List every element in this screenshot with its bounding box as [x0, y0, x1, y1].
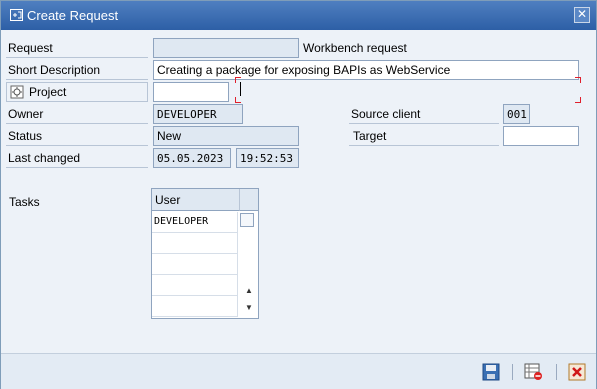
required-field-marker — [235, 77, 581, 103]
table-delete-icon[interactable] — [523, 362, 543, 382]
target-label: Target — [353, 129, 387, 143]
source-client-label: Source client — [351, 107, 421, 121]
label-underline — [349, 123, 499, 124]
source-client-field[interactable]: 001 — [503, 104, 530, 124]
short-description-label: Short Description — [8, 63, 101, 77]
table-row[interactable] — [152, 254, 238, 275]
status-field[interactable]: New — [153, 126, 299, 146]
text-cursor — [240, 82, 241, 96]
label-underline — [6, 123, 148, 124]
project-button[interactable]: Project — [6, 82, 148, 102]
table-row[interactable] — [152, 275, 238, 296]
table-row[interactable]: DEVELOPER — [152, 212, 238, 233]
table-row[interactable] — [152, 233, 238, 254]
target-field[interactable] — [503, 126, 579, 146]
last-changed-label: Last changed — [8, 151, 81, 165]
last-changed-date-field[interactable]: 05.05.2023 — [153, 148, 231, 168]
cancel-icon[interactable] — [567, 362, 587, 382]
label-underline — [6, 167, 148, 168]
owner-label: Owner — [8, 107, 44, 121]
row-selector[interactable] — [240, 213, 254, 227]
label-underline — [349, 145, 499, 146]
column-config-button[interactable] — [240, 189, 258, 211]
create-request-dialog: Create Request ✕ Request Workbench reque… — [0, 0, 597, 389]
user-column-header[interactable]: User — [152, 189, 240, 211]
scroll-down-arrow-icon[interactable]: ▼ — [242, 303, 256, 315]
save-icon[interactable] — [481, 362, 501, 382]
dialog-footer — [1, 353, 596, 389]
last-changed-time-field[interactable]: 19:52:53 — [236, 148, 299, 168]
table-row[interactable] — [152, 296, 238, 317]
request-label: Request — [8, 41, 53, 55]
project-field[interactable] — [153, 82, 229, 102]
title-bar: Create Request ✕ — [1, 1, 596, 30]
separator — [556, 364, 557, 380]
owner-field[interactable]: DEVELOPER — [153, 104, 243, 124]
close-button[interactable]: ✕ — [574, 7, 590, 23]
tasks-label: Tasks — [9, 195, 40, 209]
tasks-table[interactable]: User DEVELOPER ▲ ▼ — [151, 188, 259, 319]
dialog-title: Create Request — [27, 8, 119, 23]
project-label: Project — [29, 85, 67, 99]
label-underline — [6, 57, 148, 58]
request-field[interactable] — [153, 38, 299, 58]
scroll-up-arrow-icon[interactable]: ▲ — [242, 286, 256, 298]
project-icon — [10, 85, 24, 99]
label-underline — [6, 145, 148, 146]
status-label: Status — [8, 129, 43, 143]
separator — [512, 364, 513, 380]
label-underline — [6, 79, 148, 80]
request-type-label: Workbench request — [303, 41, 407, 55]
create-request-icon — [10, 9, 23, 21]
